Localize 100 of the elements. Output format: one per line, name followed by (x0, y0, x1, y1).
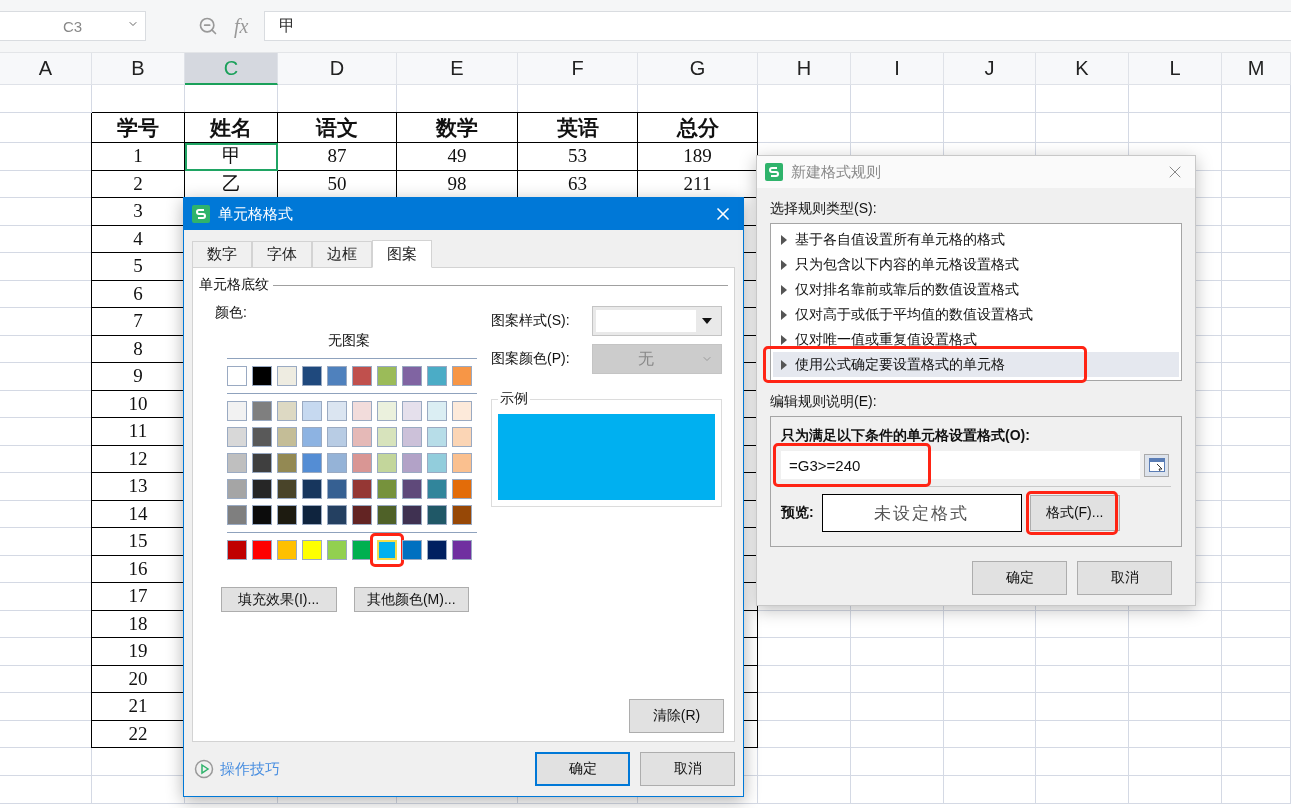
color-swatch[interactable] (427, 366, 447, 386)
color-swatch[interactable] (377, 505, 397, 525)
color-swatch[interactable] (252, 401, 272, 421)
color-swatch[interactable] (402, 453, 422, 473)
color-swatch[interactable] (302, 540, 322, 560)
tab[interactable]: 数字 (192, 241, 252, 267)
color-swatch[interactable] (402, 427, 422, 447)
color-swatch[interactable] (402, 540, 422, 560)
color-swatch[interactable] (427, 540, 447, 560)
color-swatch[interactable] (402, 505, 422, 525)
color-swatch[interactable] (402, 366, 422, 386)
color-swatch[interactable] (277, 366, 297, 386)
color-swatch[interactable] (302, 366, 322, 386)
color-swatch[interactable] (352, 401, 372, 421)
color-swatch[interactable] (452, 505, 472, 525)
color-swatch[interactable] (377, 427, 397, 447)
column-header[interactable]: J (944, 53, 1036, 85)
color-swatch[interactable] (352, 479, 372, 499)
clear-button[interactable]: 清除(R) (629, 699, 724, 733)
dialog-button[interactable]: 确定 (535, 752, 630, 786)
color-swatch[interactable] (377, 453, 397, 473)
color-swatch[interactable] (252, 427, 272, 447)
color-swatch[interactable] (427, 427, 447, 447)
color-swatch[interactable] (452, 427, 472, 447)
dialog-button[interactable]: 取消 (640, 752, 735, 786)
column-header[interactable]: B (92, 53, 185, 85)
color-swatch[interactable] (452, 540, 472, 560)
column-header[interactable]: I (851, 53, 944, 85)
tab[interactable]: 图案 (372, 240, 432, 268)
column-header[interactable]: L (1129, 53, 1222, 85)
color-swatch[interactable] (252, 540, 272, 560)
color-swatch[interactable] (302, 401, 322, 421)
color-swatch[interactable] (252, 366, 272, 386)
color-swatch[interactable] (427, 505, 447, 525)
rule-type-item[interactable]: 仅对高于或低于平均值的数值设置格式 (773, 302, 1179, 327)
color-swatch[interactable] (352, 505, 372, 525)
color-swatch[interactable] (402, 401, 422, 421)
color-swatch[interactable] (452, 366, 472, 386)
color-swatch[interactable] (302, 427, 322, 447)
color-swatch[interactable] (277, 401, 297, 421)
pattern-style-select[interactable] (592, 306, 722, 336)
color-swatch[interactable] (352, 427, 372, 447)
color-swatch[interactable] (327, 427, 347, 447)
color-swatch[interactable] (427, 453, 447, 473)
dialog-button[interactable]: 取消 (1077, 561, 1172, 595)
rule-type-item[interactable]: 仅对唯一值或重复值设置格式 (773, 327, 1179, 352)
color-swatch[interactable] (277, 427, 297, 447)
color-swatch[interactable] (327, 366, 347, 386)
range-picker-icon[interactable] (1144, 453, 1169, 477)
color-swatch[interactable] (252, 453, 272, 473)
color-swatch[interactable] (377, 366, 397, 386)
format-button[interactable]: 格式(F)... (1029, 495, 1120, 531)
no-pattern-option[interactable]: 无图案 (326, 330, 372, 352)
color-swatch[interactable] (277, 505, 297, 525)
rule-type-item[interactable]: 仅对排名靠前或靠后的数值设置格式 (773, 277, 1179, 302)
color-swatch[interactable] (452, 453, 472, 473)
color-swatch[interactable] (302, 453, 322, 473)
color-swatch[interactable] (327, 479, 347, 499)
color-swatch[interactable] (277, 479, 297, 499)
color-swatch[interactable] (327, 540, 347, 560)
formula-field[interactable]: 甲 (264, 11, 1291, 41)
color-swatch[interactable] (277, 453, 297, 473)
column-header[interactable]: A (0, 53, 92, 85)
color-swatch[interactable] (302, 479, 322, 499)
tab[interactable]: 边框 (312, 241, 372, 267)
name-box[interactable]: C3 (0, 11, 146, 41)
color-swatch[interactable] (377, 401, 397, 421)
color-swatch[interactable] (252, 505, 272, 525)
color-swatch[interactable] (252, 479, 272, 499)
color-swatch[interactable] (227, 540, 247, 560)
color-swatch[interactable] (227, 505, 247, 525)
color-swatch[interactable] (377, 540, 397, 560)
color-swatch[interactable] (452, 401, 472, 421)
color-swatch[interactable] (327, 453, 347, 473)
color-swatch[interactable] (352, 540, 372, 560)
color-swatch[interactable] (227, 401, 247, 421)
color-swatch[interactable] (352, 453, 372, 473)
color-swatch[interactable] (302, 505, 322, 525)
tab[interactable]: 字体 (252, 241, 312, 267)
column-header[interactable]: G (638, 53, 758, 85)
rule-type-item[interactable]: 只为包含以下内容的单元格设置格式 (773, 252, 1179, 277)
color-swatch[interactable] (327, 401, 347, 421)
color-swatch[interactable] (227, 479, 247, 499)
column-header[interactable]: M (1222, 53, 1291, 85)
formula-input[interactable]: =G3>=240 (781, 451, 1140, 479)
column-header[interactable]: K (1036, 53, 1129, 85)
color-swatch[interactable] (452, 479, 472, 499)
color-swatch[interactable] (227, 453, 247, 473)
column-header[interactable]: H (758, 53, 851, 85)
column-header[interactable]: E (397, 53, 518, 85)
color-swatch[interactable] (427, 479, 447, 499)
fill-effects-button[interactable]: 填充效果(I)... (221, 587, 337, 612)
zoom-out-icon[interactable] (198, 16, 218, 36)
color-swatch[interactable] (277, 540, 297, 560)
color-swatch[interactable] (227, 366, 247, 386)
rule-type-item[interactable]: 基于各自值设置所有单元格的格式 (773, 227, 1179, 252)
color-swatch[interactable] (377, 479, 397, 499)
color-swatch[interactable] (427, 401, 447, 421)
column-header[interactable]: F (518, 53, 638, 85)
dialog-button[interactable]: 确定 (972, 561, 1067, 595)
